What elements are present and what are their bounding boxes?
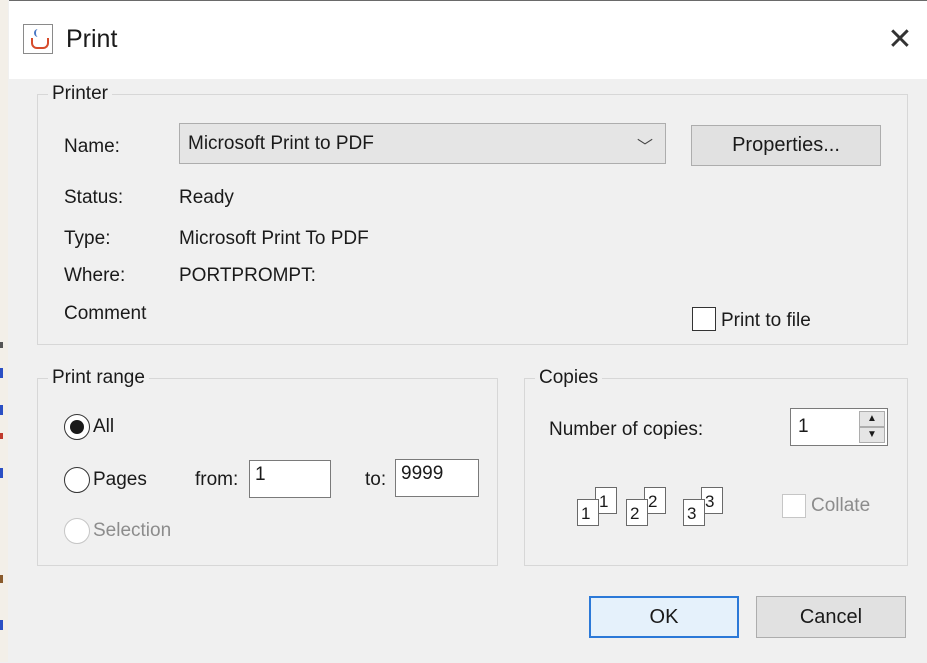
properties-button[interactable]: Properties... <box>691 125 881 166</box>
close-icon[interactable]: ✕ <box>881 21 919 59</box>
chevron-down-icon: ﹀ <box>636 139 653 156</box>
printer-name-select[interactable]: Microsoft Print to PDF ﹀ <box>179 123 666 164</box>
page-icon: 1 <box>577 499 599 526</box>
collate-label: Collate <box>811 495 871 516</box>
where-label: Where: <box>64 265 126 286</box>
selection-radio[interactable] <box>64 518 90 544</box>
copies-value: 1 <box>798 416 809 437</box>
spin-up-icon[interactable]: ▲ <box>859 411 885 427</box>
type-value: Microsoft Print To PDF <box>179 228 369 249</box>
printer-name-value: Microsoft Print to PDF <box>188 133 374 154</box>
pages-radio[interactable] <box>64 467 90 493</box>
from-input[interactable]: 1 <box>249 460 331 498</box>
copies-legend: Copies <box>539 367 599 388</box>
pages-label: Pages <box>93 469 147 490</box>
page-icon: 2 <box>626 499 648 526</box>
spin-down-icon[interactable]: ▼ <box>859 427 885 443</box>
page-icon: 3 <box>683 499 705 526</box>
all-label: All <box>93 416 115 437</box>
title-bar: Print ✕ <box>9 1 927 79</box>
ok-button[interactable]: OK <box>589 596 739 638</box>
print-dialog: Print ✕ Printer Name: Microsoft Print to… <box>9 0 927 663</box>
copies-group: Copies <box>524 367 908 566</box>
printer-legend: Printer <box>52 83 108 104</box>
all-radio[interactable] <box>64 414 90 440</box>
status-value: Ready <box>179 187 234 208</box>
type-label: Type: <box>64 228 111 249</box>
copies-spinner[interactable]: 1 ▲ ▼ <box>790 408 888 446</box>
status-label: Status: <box>64 187 124 208</box>
number-of-copies-label: Number of copies: <box>549 419 704 440</box>
name-label: Name: <box>64 136 120 157</box>
selection-label: Selection <box>93 520 172 541</box>
print-to-file-checkbox[interactable] <box>692 307 716 331</box>
collate-checkbox[interactable] <box>782 494 806 518</box>
from-label: from: <box>195 469 239 490</box>
comment-label: Comment <box>64 303 147 324</box>
print-range-legend: Print range <box>52 367 145 388</box>
print-to-file-label: Print to file <box>721 310 811 331</box>
java-app-icon <box>23 24 53 54</box>
cancel-button[interactable]: Cancel <box>756 596 906 638</box>
to-label: to: <box>365 469 387 490</box>
where-value: PORTPROMPT: <box>179 265 316 286</box>
window-title: Print <box>66 25 118 53</box>
to-input[interactable]: 9999 <box>395 459 479 497</box>
background-window-edge <box>0 0 8 662</box>
